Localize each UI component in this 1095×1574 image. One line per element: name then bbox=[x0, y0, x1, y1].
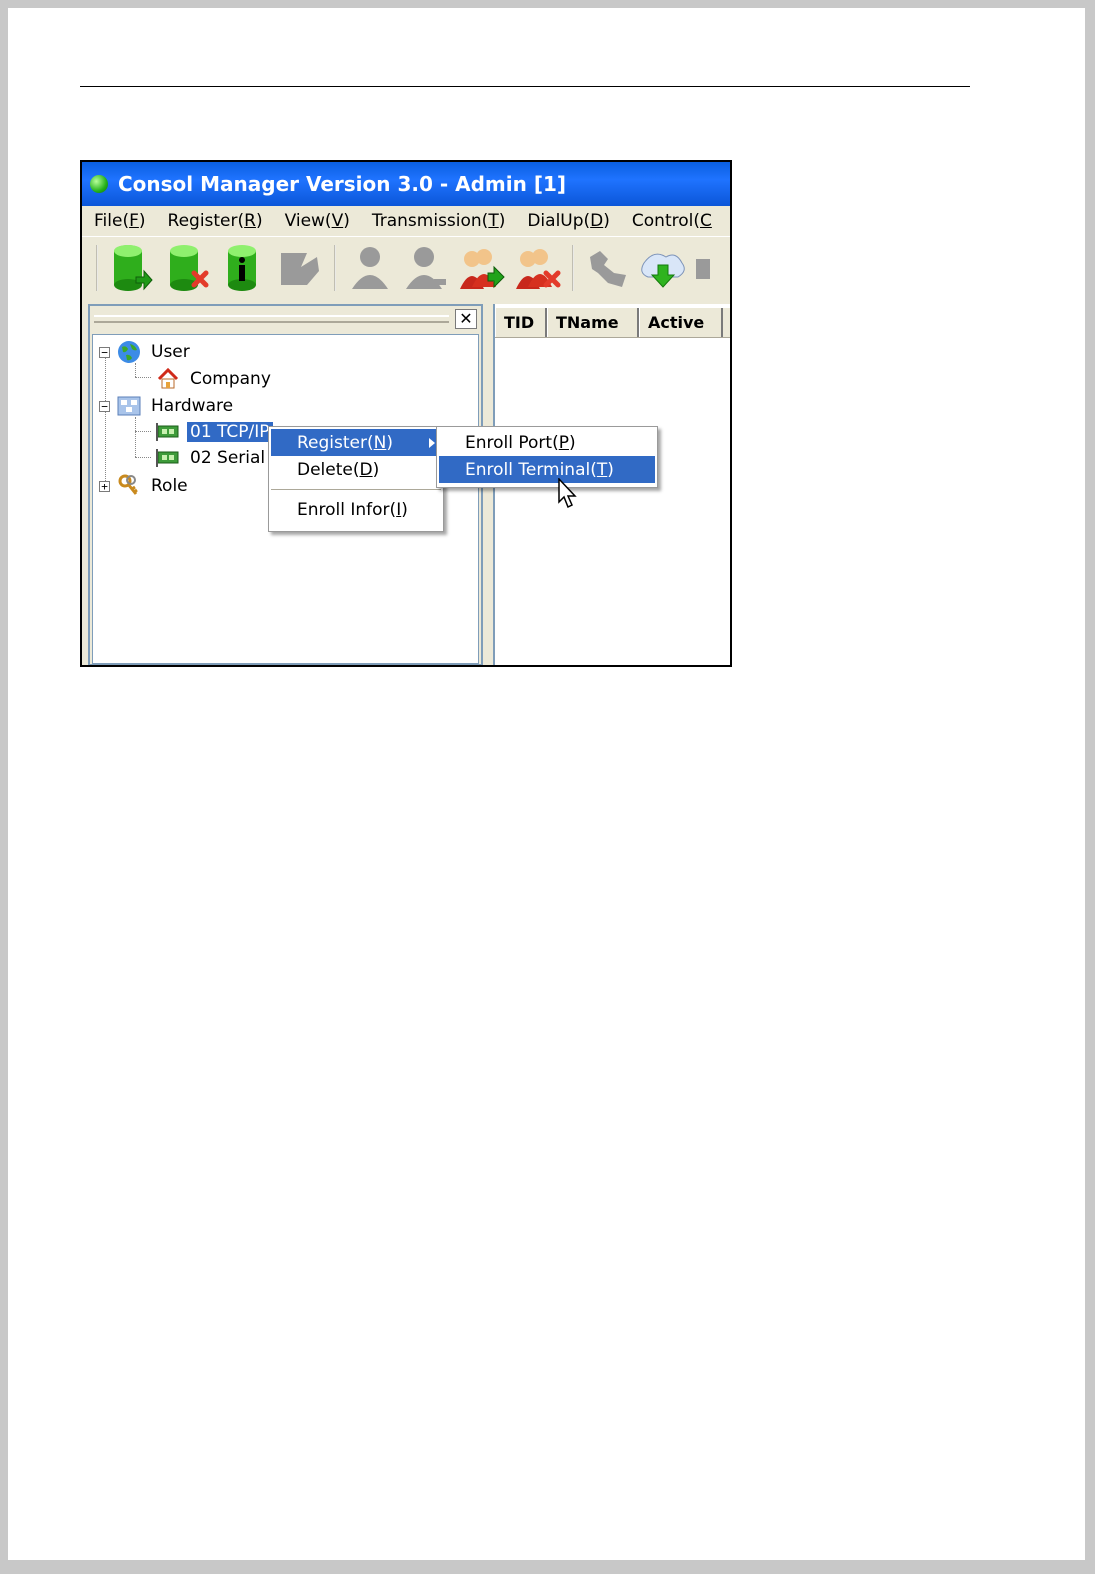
context-menu: Register(N) Delete(D) Enroll Infor(I) bbox=[268, 426, 444, 532]
menu-bar: File(F) Register(R) View(V) Transmission… bbox=[82, 206, 730, 236]
toolbar-separator bbox=[96, 244, 98, 291]
tree-node-role[interactable]: + Role bbox=[99, 473, 191, 499]
network-card-icon bbox=[155, 446, 181, 470]
users-delete-icon[interactable] bbox=[510, 240, 566, 296]
submenu-arrow-icon bbox=[429, 438, 435, 448]
collapse-toggle[interactable]: − bbox=[99, 346, 110, 358]
tree-label-hardware: Hardware bbox=[151, 396, 234, 416]
mouse-cursor-icon bbox=[558, 478, 577, 509]
document-page: Consol Manager Version 3.0 - Admin [1] F… bbox=[8, 8, 1085, 1560]
menu-item-enroll-infor[interactable]: Enroll Infor(I) bbox=[271, 496, 441, 523]
users-add-icon[interactable] bbox=[454, 240, 510, 296]
tree-label-company: Company bbox=[190, 369, 271, 389]
menu-dialup[interactable]: DialUp(D) bbox=[515, 211, 620, 231]
download-icon[interactable] bbox=[636, 240, 692, 296]
menu-transmission[interactable]: Transmission(T) bbox=[360, 211, 515, 231]
tree-label-tcp: 01 TCP/IP bbox=[187, 422, 273, 442]
close-pane-button[interactable]: ✕ bbox=[455, 309, 477, 329]
tree-connector bbox=[135, 377, 151, 378]
tree-node-serial[interactable]: 02 Serial bbox=[155, 445, 268, 471]
globe-icon bbox=[116, 340, 142, 364]
house-icon bbox=[155, 367, 181, 391]
app-icon bbox=[90, 175, 108, 193]
db-add-icon[interactable] bbox=[104, 240, 160, 296]
tree-connector bbox=[135, 457, 151, 458]
toolbar-separator bbox=[334, 244, 336, 291]
network-icon bbox=[116, 394, 142, 418]
user-disabled-icon[interactable] bbox=[342, 240, 398, 296]
collapse-toggle[interactable]: − bbox=[99, 400, 110, 412]
tree-node-hardware[interactable]: − Hardware bbox=[99, 393, 236, 419]
tree-label-user: User bbox=[151, 342, 190, 362]
expand-toggle[interactable]: + bbox=[99, 480, 110, 492]
toolbar bbox=[82, 236, 730, 298]
menu-item-enroll-port[interactable]: Enroll Port(P) bbox=[439, 429, 655, 456]
tree-label-serial: 02 Serial bbox=[190, 448, 266, 468]
app-window: Consol Manager Version 3.0 - Admin [1] F… bbox=[80, 160, 732, 667]
column-header-tname[interactable]: TName bbox=[547, 308, 639, 337]
menu-view[interactable]: View(V) bbox=[273, 211, 360, 231]
db-info-icon[interactable] bbox=[216, 240, 272, 296]
keys-icon bbox=[116, 474, 142, 498]
db-delete-icon[interactable] bbox=[160, 240, 216, 296]
tree-connector bbox=[105, 355, 106, 489]
tree-label-role: Role bbox=[151, 476, 188, 496]
pane-header: ✕ bbox=[90, 306, 481, 332]
user-edit-disabled-icon[interactable] bbox=[398, 240, 454, 296]
toolbar-separator bbox=[572, 244, 574, 291]
menu-register[interactable]: Register(R) bbox=[156, 211, 273, 231]
menu-item-enroll-terminal[interactable]: Enroll Terminal(T) bbox=[439, 456, 655, 483]
column-header-active[interactable]: Active bbox=[639, 308, 723, 337]
menu-item-register[interactable]: Register(N) bbox=[271, 429, 441, 456]
menu-separator bbox=[271, 489, 441, 490]
tree-node-tcp[interactable]: 01 TCP/IP bbox=[155, 419, 273, 445]
tree-node-user[interactable]: − User bbox=[99, 339, 193, 365]
tree-connector bbox=[135, 363, 136, 377]
menu-file[interactable]: File(F) bbox=[82, 211, 156, 231]
tree-connector bbox=[135, 431, 151, 432]
cut-off-icon[interactable] bbox=[692, 240, 712, 296]
pane-grip[interactable] bbox=[94, 315, 449, 323]
title-bar[interactable]: Consol Manager Version 3.0 - Admin [1] bbox=[82, 162, 730, 206]
tree-connector bbox=[135, 417, 136, 457]
column-header-tid[interactable]: TID bbox=[495, 308, 547, 337]
grid-header: TID TName Active bbox=[495, 308, 730, 338]
network-card-icon bbox=[155, 420, 181, 444]
transfer-disabled-icon[interactable] bbox=[580, 240, 636, 296]
menu-control[interactable]: Control(C bbox=[620, 211, 722, 231]
window-title: Consol Manager Version 3.0 - Admin [1] bbox=[118, 172, 567, 196]
menu-item-delete[interactable]: Delete(D) bbox=[271, 456, 441, 483]
header-rule bbox=[80, 86, 970, 87]
disabled-tool-icon[interactable] bbox=[272, 240, 328, 296]
register-submenu: Enroll Port(P) Enroll Terminal(T) bbox=[436, 426, 658, 488]
tree-node-company[interactable]: Company bbox=[155, 366, 274, 392]
